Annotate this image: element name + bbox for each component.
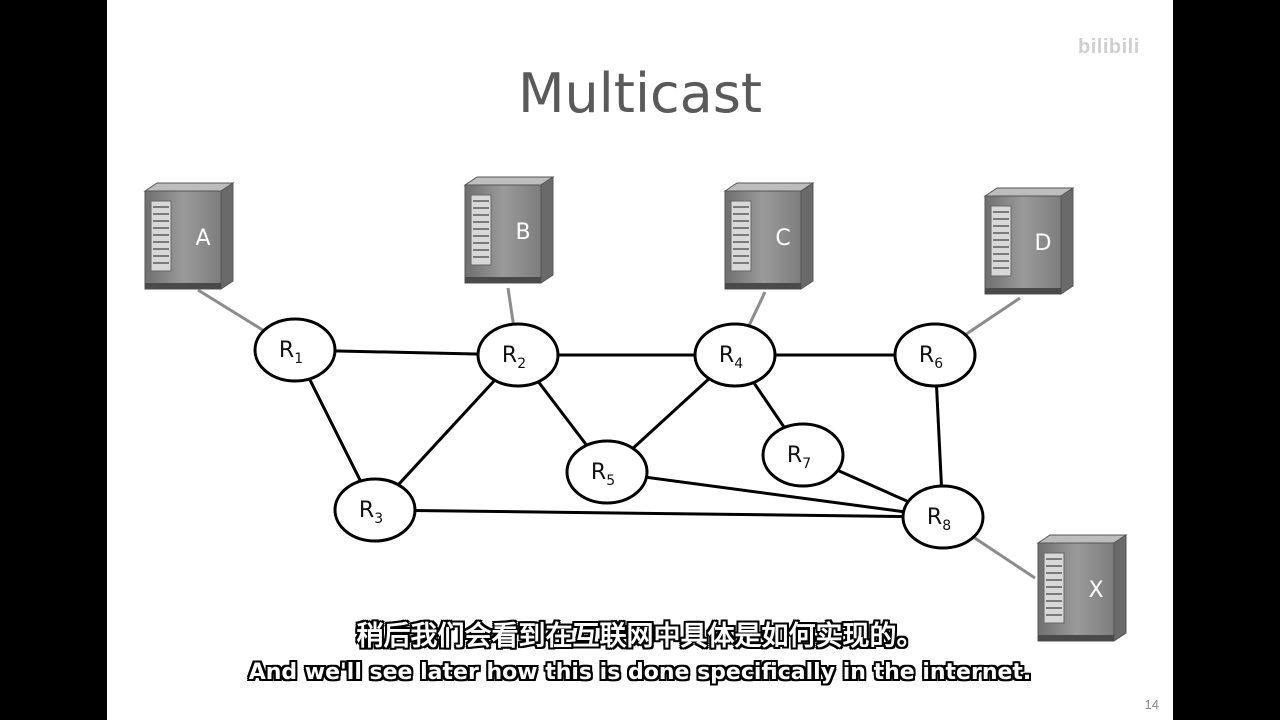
router-r8: R8 bbox=[901, 484, 985, 550]
server-d: D bbox=[983, 187, 1075, 295]
server-a: A bbox=[143, 182, 235, 290]
server-c: C bbox=[723, 182, 815, 290]
server-label-c: C bbox=[775, 226, 790, 251]
router-r4: R4 bbox=[693, 322, 777, 388]
server-b: B bbox=[463, 176, 555, 284]
bilibili-watermark: bilibili bbox=[1078, 36, 1140, 58]
page-number: 14 bbox=[1144, 697, 1159, 712]
router-r1: R1 bbox=[253, 317, 337, 383]
server-label-x: X bbox=[1088, 578, 1103, 603]
router-link-R3-R8 bbox=[374, 508, 944, 519]
router-r6: R6 bbox=[893, 322, 977, 388]
slide: Multicast ABCDX R1 R2 R3 R4 R5 R6 R7 R8 14 bbox=[107, 0, 1173, 720]
router-r5: R5 bbox=[565, 439, 649, 505]
server-label-d: D bbox=[1035, 231, 1052, 256]
router-r7: R7 bbox=[761, 422, 845, 488]
server-label-b: B bbox=[515, 220, 530, 245]
server-label-a: A bbox=[195, 226, 210, 251]
router-r3: R3 bbox=[333, 477, 417, 543]
hosts: A B C D X bbox=[143, 176, 1128, 642]
subtitle-english: And we'll see later how this is done spe… bbox=[248, 660, 1032, 685]
video-frame: Multicast ABCDX R1 R2 R3 R4 R5 R6 R7 R8 14 bili… bbox=[0, 0, 1280, 720]
router-r2: R2 bbox=[476, 322, 560, 388]
subtitle-chinese: 稍后我们会看到在互联网中具体是如何实现的。 bbox=[356, 621, 924, 652]
network-diagram: A B C D X R1 R2 R3 R4 R5 R6 R7 R8 bbox=[143, 176, 1128, 642]
